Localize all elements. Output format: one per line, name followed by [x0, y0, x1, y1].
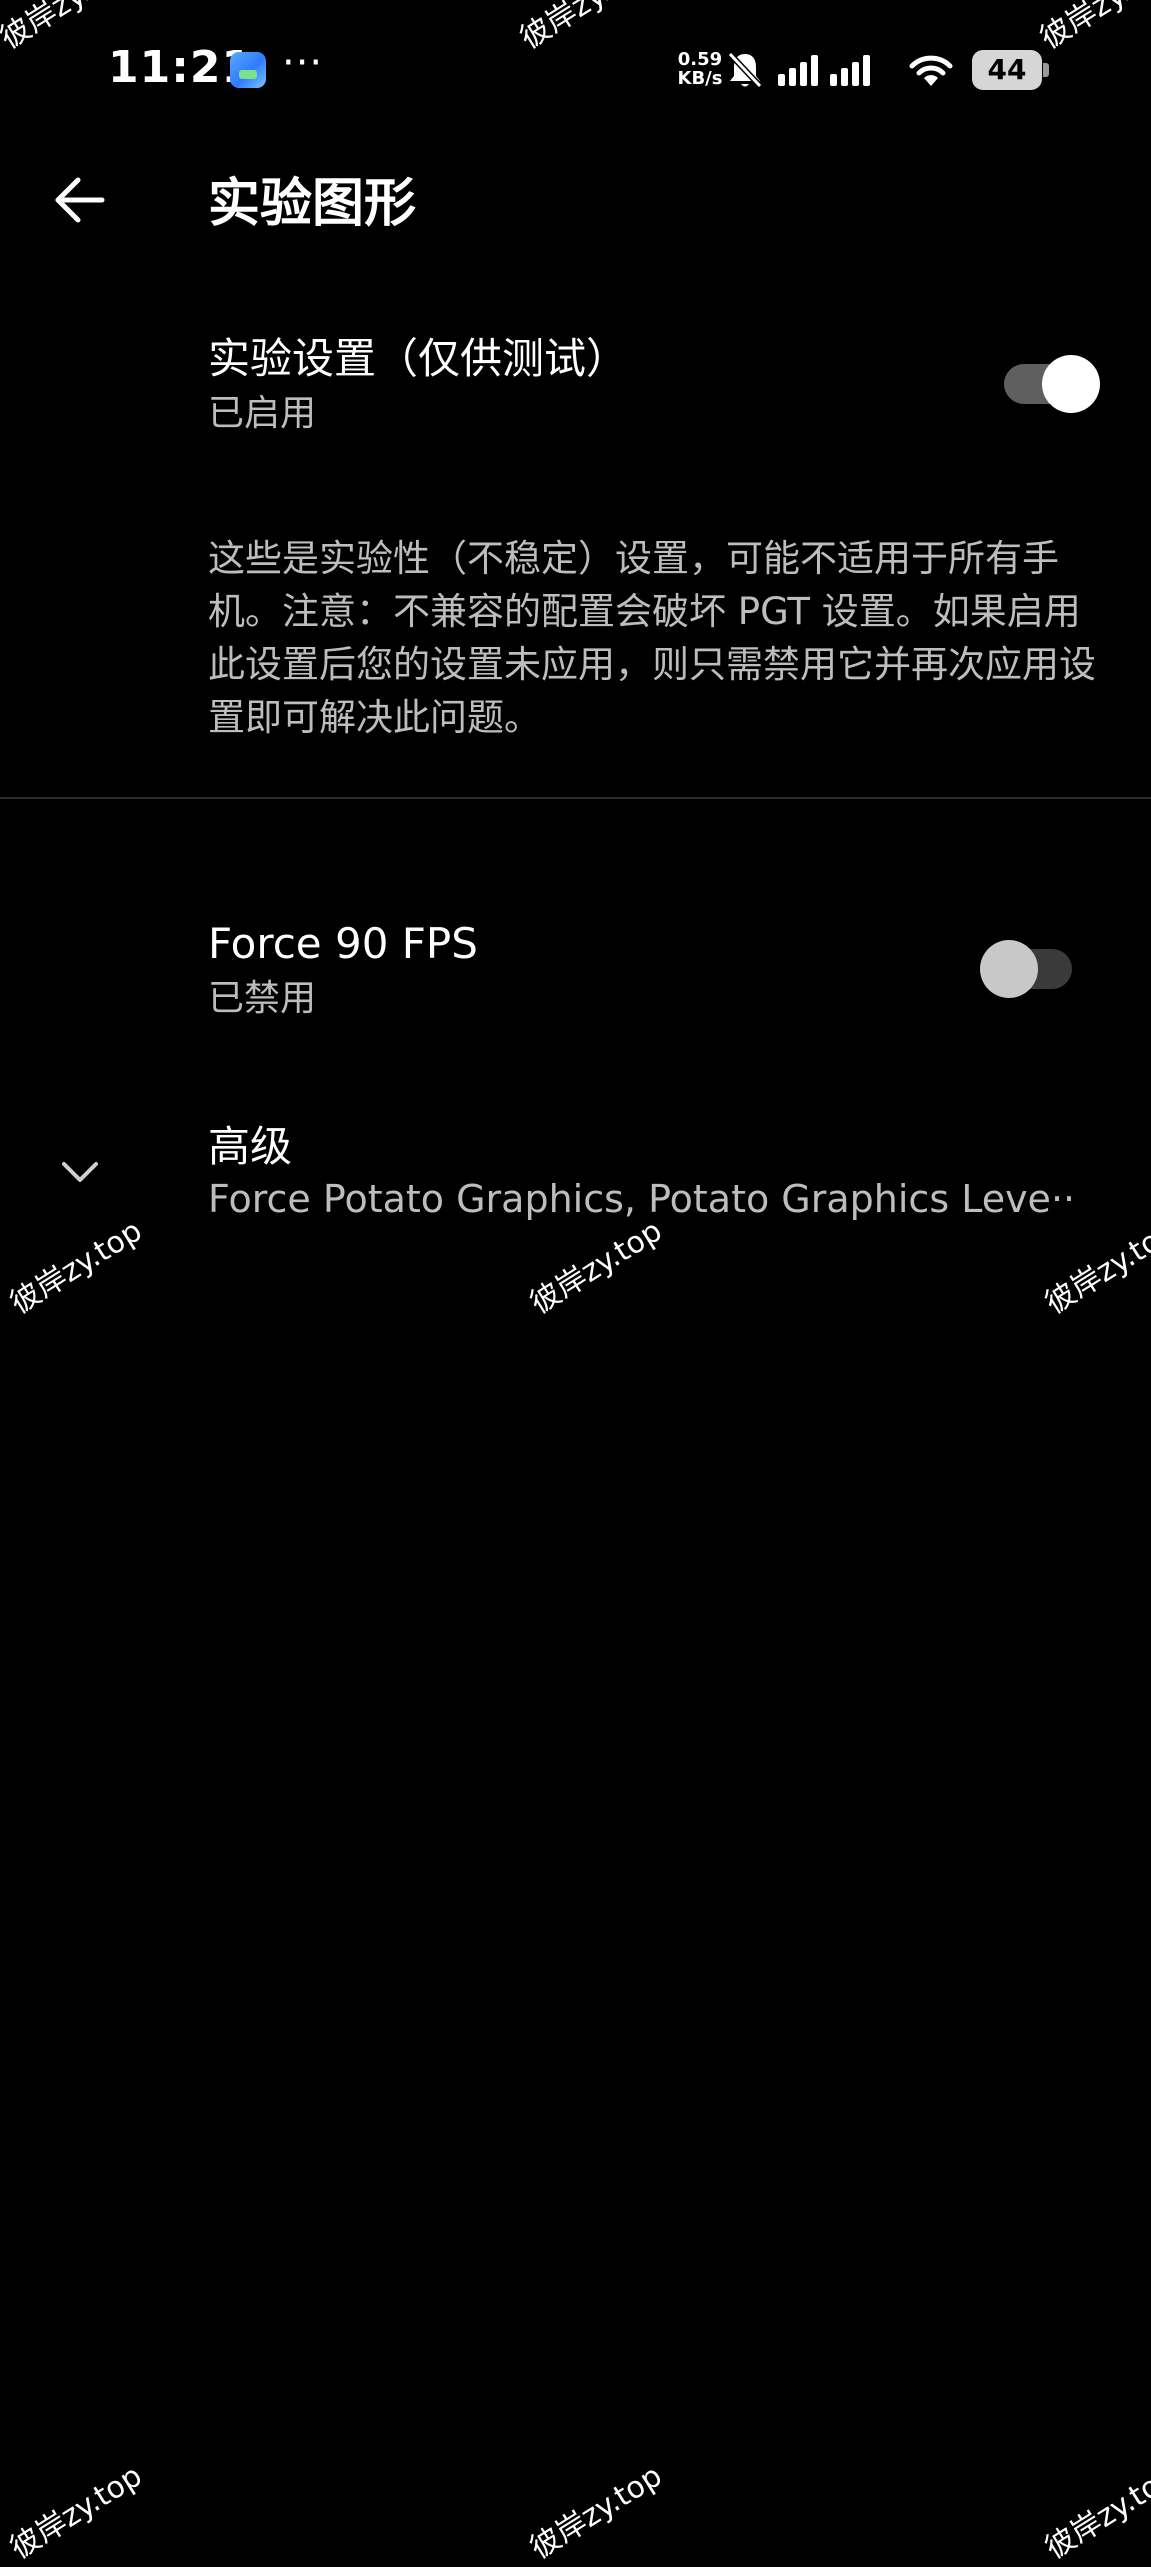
wifi-icon — [909, 55, 953, 86]
net-speed: 0.59 KB/s — [676, 50, 724, 88]
watermark: 彼岸zy.top — [524, 2458, 669, 2567]
watermark: 彼岸zy.top — [4, 2458, 149, 2567]
toggle-thumb — [980, 940, 1038, 998]
force-90-fps-title: Force 90 FPS — [208, 919, 478, 968]
advanced-summary: Force Potato Graphics, Potato Graphics L… — [208, 1177, 1076, 1221]
experimental-description: 这些是实验性（不稳定）设置，可能不适用于所有手机。注意：不兼容的配置会破坏 PG… — [208, 537, 1096, 739]
force-90-fps-row[interactable]: Force 90 FPS 已禁用 — [0, 905, 1151, 1045]
net-speed-unit: KB/s — [677, 68, 723, 89]
battery-level: 44 — [972, 50, 1042, 90]
advanced-row[interactable]: 高级 Force Potato Graphics, Potato Graphic… — [0, 1110, 1151, 1250]
experimental-settings-row[interactable]: 实验设置（仅供测试） 已启用 — [0, 320, 1151, 460]
advanced-title: 高级 — [208, 1122, 293, 1171]
experimental-settings-title: 实验设置（仅供测试） — [208, 334, 629, 383]
gallery-app-icon — [230, 52, 266, 88]
experimental-settings-toggle[interactable] — [1004, 355, 1100, 413]
experimental-settings-status: 已启用 — [208, 393, 317, 434]
toggle-thumb — [1042, 355, 1100, 413]
page-title: 实验图形 — [208, 174, 417, 234]
status-bar: 11:21 ··· 0.59 KB/s 44 — [0, 0, 1151, 140]
net-speed-value: 0.59 — [677, 49, 723, 70]
back-button[interactable] — [46, 168, 116, 232]
watermark: 彼岸zy.top — [1039, 2458, 1151, 2567]
divider — [0, 797, 1151, 799]
force-90-fps-toggle[interactable] — [980, 940, 1072, 998]
mute-bell-icon — [727, 51, 763, 89]
force-90-fps-status: 已禁用 — [208, 978, 317, 1019]
arrow-left-icon — [55, 177, 105, 223]
chevron-down-icon[interactable] — [56, 1154, 104, 1190]
cellular-signal-icon — [778, 55, 870, 86]
battery-cap — [1043, 63, 1049, 77]
status-more-icon: ··· — [282, 40, 324, 86]
battery-icon: 44 — [972, 50, 1050, 90]
